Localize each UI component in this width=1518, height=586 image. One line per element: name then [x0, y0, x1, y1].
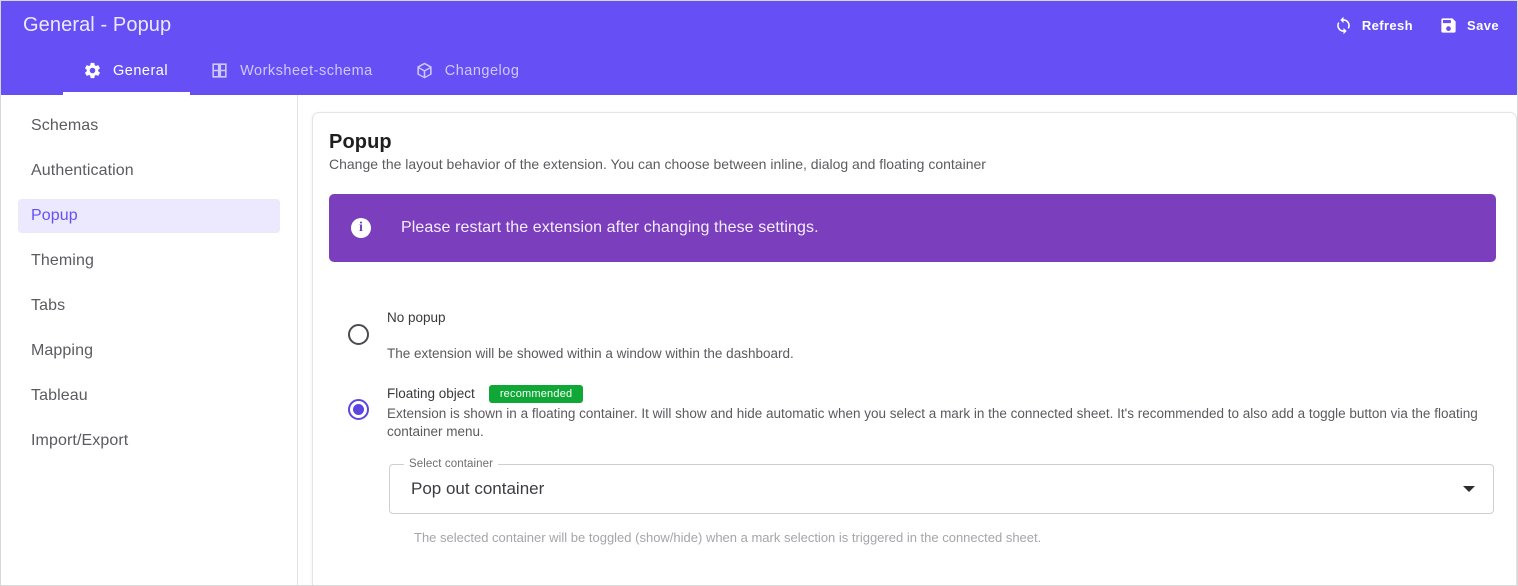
- select-container-value: Pop out container: [411, 479, 545, 499]
- sidebar-item-popup[interactable]: Popup: [18, 199, 280, 233]
- tab-changelog-label: Changelog: [444, 62, 520, 79]
- popup-mode-radio-group: No popup The extension will be showed wi…: [329, 310, 1506, 545]
- select-container-dropdown[interactable]: Select container Pop out container: [389, 458, 1494, 515]
- tab-bar: General Worksheet-schema Changelog: [1, 49, 1517, 95]
- tab-general-label: General: [113, 62, 169, 79]
- header-actions: Refresh Save: [1334, 16, 1499, 35]
- option-title: No popup: [387, 310, 446, 325]
- sidebar-item-label: Theming: [31, 252, 94, 269]
- radio-option-floating-object[interactable]: Floating object recommended Extension is…: [329, 384, 1506, 441]
- option-body: No popup The extension will be showed wi…: [387, 310, 1506, 363]
- option-description: Extension is shown in a floating contain…: [387, 405, 1478, 439]
- status-badge: recommended: [488, 384, 584, 403]
- tab-worksheet-schema[interactable]: Worksheet-schema: [190, 49, 395, 95]
- tab-general[interactable]: General: [63, 49, 191, 95]
- tab-changelog[interactable]: Changelog: [395, 49, 542, 95]
- refresh-button[interactable]: Refresh: [1334, 16, 1413, 35]
- settings-window: General - Popup Refresh Save General Wor…: [0, 0, 1518, 586]
- sidebar-item-label: Tableau: [31, 387, 88, 404]
- radio-column: [329, 385, 387, 420]
- select-container-wrapper: Select container Pop out container The s…: [389, 458, 1494, 546]
- option-label: No popup: [387, 310, 1494, 325]
- sidebar-item-authentication[interactable]: Authentication: [18, 154, 280, 188]
- save-label: Save: [1467, 17, 1499, 33]
- sidebar: Schemas Authentication Popup Theming Tab…: [1, 95, 298, 585]
- option-title: Floating object: [387, 386, 475, 402]
- sidebar-item-theming[interactable]: Theming: [18, 244, 280, 278]
- app-header: General - Popup Refresh Save General Wor…: [1, 1, 1517, 95]
- select-container-helper-text: The selected container will be toggled (…: [414, 530, 1042, 546]
- radio-option-no-popup[interactable]: No popup The extension will be showed wi…: [329, 310, 1506, 363]
- radio-button-no-popup[interactable]: [347, 324, 369, 345]
- sidebar-item-label: Tabs: [31, 297, 66, 314]
- sidebar-item-label: Import/Export: [31, 432, 129, 449]
- sidebar-item-mapping[interactable]: Mapping: [18, 334, 280, 368]
- option-label: Floating object recommended: [387, 384, 1494, 403]
- option-description: The extension will be showed within a wi…: [387, 346, 794, 361]
- gear-icon: [83, 61, 102, 80]
- sidebar-item-label: Schemas: [31, 117, 99, 134]
- radio-button-floating-object[interactable]: [347, 398, 369, 420]
- sidebar-item-import-export[interactable]: Import/Export: [18, 424, 280, 458]
- sidebar-item-label: Authentication: [31, 162, 134, 179]
- select-container-label: Select container: [404, 458, 499, 471]
- radio-column: [329, 310, 387, 345]
- box-icon: [415, 61, 434, 80]
- settings-card: Popup Change the layout behavior of the …: [312, 112, 1517, 585]
- refresh-label: Refresh: [1361, 17, 1414, 33]
- sidebar-item-tableau[interactable]: Tableau: [18, 379, 280, 413]
- info-banner-text: Please restart the extension after chang…: [401, 219, 819, 236]
- sidebar-item-schemas[interactable]: Schemas: [18, 109, 280, 143]
- sidebar-item-label: Mapping: [31, 342, 94, 359]
- sidebar-item-tabs[interactable]: Tabs: [18, 289, 280, 323]
- refresh-icon: [1334, 16, 1353, 35]
- grid-icon: [210, 61, 229, 80]
- sidebar-item-label: Popup: [31, 207, 78, 224]
- section-subtitle: Change the layout behavior of the extens…: [329, 156, 986, 172]
- section-title: Popup: [329, 131, 392, 153]
- page-title: General - Popup: [23, 13, 172, 36]
- info-banner: i Please restart the extension after cha…: [329, 194, 1496, 262]
- save-icon: [1439, 16, 1458, 35]
- option-body: Floating object recommended Extension is…: [387, 384, 1506, 441]
- body-container: Schemas Authentication Popup Theming Tab…: [1, 95, 1517, 585]
- tab-worksheet-schema-label: Worksheet-schema: [240, 62, 373, 79]
- save-button[interactable]: Save: [1439, 16, 1499, 35]
- header-top-bar: General - Popup Refresh Save: [1, 1, 1517, 49]
- info-icon: i: [351, 218, 371, 238]
- main-content: Popup Change the layout behavior of the …: [298, 95, 1517, 585]
- chevron-down-icon[interactable]: [1463, 486, 1475, 493]
